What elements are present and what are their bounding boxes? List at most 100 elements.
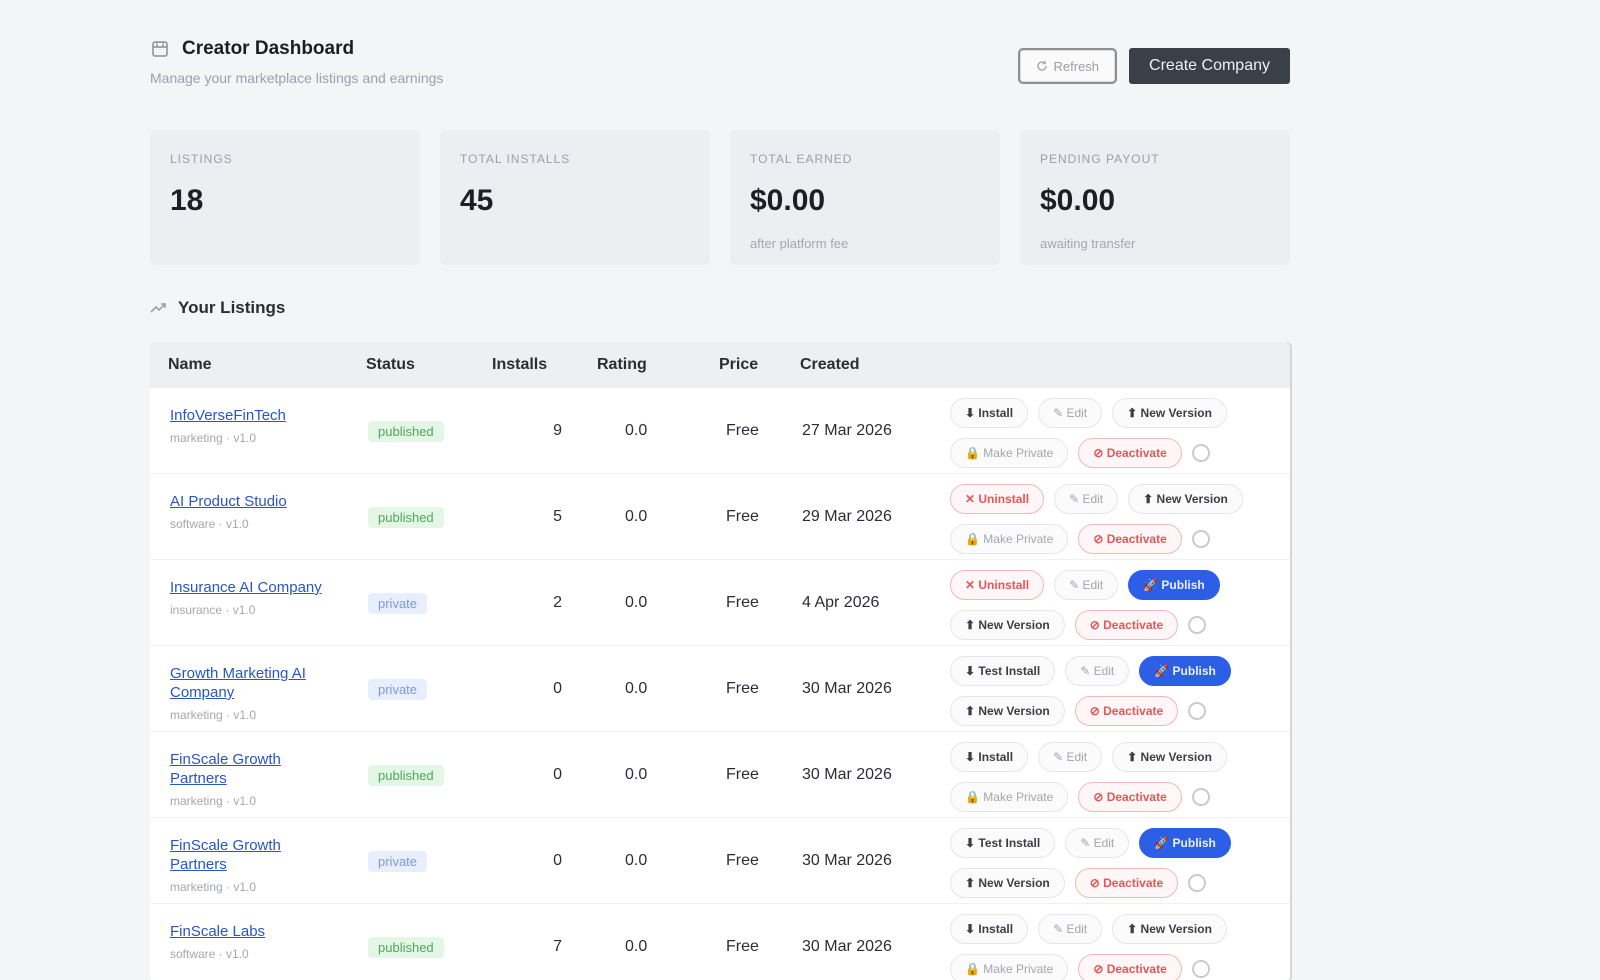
publish-button[interactable]: 🚀 Publish [1128,570,1220,600]
row-actions: ✕ Uninstall ✎ Edit ⬆ New Version 🔒 Make Pri… [950,482,1290,562]
status-badge: published [368,507,444,528]
edit-button[interactable]: ✎ Edit [1038,914,1103,944]
new-version-button[interactable]: ⬆ New Version [950,696,1065,726]
stats-row: LISTINGS 18 TOTAL INSTALLS 45 TOTAL EARN… [150,130,1290,265]
new-version-button[interactable]: ⬆ New Version [950,610,1065,640]
make-private-button[interactable]: 🔒 Make Private [950,524,1069,554]
price-cell: Free [726,594,759,611]
make-private-button[interactable]: 🔒 Make Private [950,954,1069,980]
new-version-button[interactable]: ⬆ New Version [950,868,1065,898]
edit-button[interactable]: ✎ Edit [1054,484,1119,514]
status-cell: published [368,765,444,786]
action-line: ⬇ Test Install ✎ Edit 🚀 Publish [950,654,1290,688]
make-private-button[interactable]: 🔒 Make Private [950,438,1069,468]
install-button[interactable]: ⬇ Install [950,742,1029,772]
edit-button[interactable]: ✎ Edit [1038,742,1103,772]
action-line: ⬇ Install ✎ Edit ⬆ New Version [950,396,1290,430]
uninstall-button[interactable]: ✕ Uninstall [950,570,1045,600]
action-line: ✕ Uninstall ✎ Edit ⬆ New Version [950,482,1290,516]
new-version-button[interactable]: ⬆ New Version [1112,914,1227,944]
rating-cell: 0.0 [625,594,648,611]
edit-button[interactable]: ✎ Edit [1065,828,1130,858]
column-header-rating[interactable]: Rating [597,356,647,374]
deactivate-button[interactable]: ⊘ Deactivate [1074,610,1179,640]
rating-cell: 0.0 [625,680,648,697]
action-line: 🔒 Make Private ⊘ Deactivate [950,522,1290,556]
new-version-button[interactable]: ⬆ New Version [1112,742,1227,772]
test-install-button[interactable]: ⬇ Test Install [950,656,1056,686]
table-row: AI Product Studio software · v1.0 publishe… [150,474,1290,560]
loading-spinner-icon [1188,616,1207,634]
edit-button[interactable]: ✎ Edit [1038,398,1103,428]
stat-value: 18 [170,184,204,217]
listing-name-link[interactable]: AI Product Studio [170,492,340,511]
deactivate-button[interactable]: ⊘ Deactivate [1078,438,1182,468]
rating-cell: 0.0 [625,422,648,439]
install-button[interactable]: ⬇ Install [950,398,1029,428]
created-cell: 30 Mar 2026 [802,766,892,783]
stat-label: LISTINGS [170,152,233,166]
refresh-button[interactable]: Refresh [1017,48,1118,84]
price-cell: Free [726,766,759,783]
stat-value: $0.00 [1040,184,1116,217]
stat-card-total-earned: TOTAL EARNED $0.00 after platform fee [730,130,1000,265]
column-header-installs[interactable]: Installs [492,356,547,374]
deactivate-button[interactable]: ⊘ Deactivate [1074,696,1179,726]
action-line: ⬇ Test Install ✎ Edit 🚀 Publish [950,826,1290,860]
table-row: Growth Marketing AI Company marketing · v… [150,646,1290,732]
new-version-button[interactable]: ⬆ New Version [1112,398,1227,428]
publish-button[interactable]: 🚀 Publish [1139,656,1231,686]
deactivate-button[interactable]: ⊘ Deactivate [1078,782,1182,812]
price-cell: Free [726,680,759,697]
listing-name-link[interactable]: Insurance AI Company [170,578,340,597]
column-header-status[interactable]: Status [366,356,415,374]
uninstall-button[interactable]: ✕ Uninstall [950,484,1045,514]
listing-meta: software · v1.0 [170,517,249,531]
test-install-button[interactable]: ⬇ Test Install [950,828,1056,858]
listing-name-link[interactable]: InfoVerseFinTech [170,406,340,425]
column-header-created[interactable]: Created [800,356,860,374]
edit-button[interactable]: ✎ Edit [1054,570,1119,600]
listing-meta: insurance · v1.0 [170,603,256,617]
listing-name-cell: Insurance AI Company insurance · v1.0 [170,578,340,617]
loading-spinner-icon [1191,960,1210,978]
listing-name-link[interactable]: FinScale Labs [170,922,340,941]
deactivate-button[interactable]: ⊘ Deactivate [1078,524,1182,554]
action-line: ⬇ Install ✎ Edit ⬆ New Version [950,740,1290,774]
trending-icon [150,303,166,313]
action-line: 🔒 Make Private ⊘ Deactivate [950,780,1290,814]
page-header: Creator Dashboard Manage your marketplac… [150,38,1290,98]
listing-name-link[interactable]: Growth Marketing AI Company [170,664,340,702]
table-row: FinScale Growth Partners marketing · v1.0… [150,818,1290,904]
listing-name-cell: InfoVerseFinTech marketing · v1.0 [170,406,340,445]
status-cell: published [368,507,444,528]
create-company-button[interactable]: Create Company [1129,48,1290,84]
installs-cell: 0 [553,852,562,869]
installs-cell: 5 [553,508,562,525]
stat-value: 45 [460,184,494,217]
status-badge: published [368,937,444,958]
listing-name-link[interactable]: FinScale Growth Partners [170,750,340,788]
refresh-label: Refresh [1053,58,1100,74]
status-cell: private [368,679,428,700]
install-button[interactable]: ⬇ Install [950,914,1029,944]
deactivate-button[interactable]: ⊘ Deactivate [1078,954,1182,980]
status-badge: published [368,421,444,442]
created-cell: 30 Mar 2026 [802,680,892,697]
stat-card-listings: LISTINGS 18 [150,130,420,265]
column-header-name[interactable]: Name [168,356,212,374]
edit-button[interactable]: ✎ Edit [1065,656,1130,686]
row-actions: ⬇ Install ✎ Edit ⬆ New Version 🔒 Make Priva… [950,912,1290,980]
publish-button[interactable]: 🚀 Publish [1139,828,1231,858]
listing-name-link[interactable]: FinScale Growth Partners [170,836,340,874]
created-cell: 30 Mar 2026 [802,938,892,955]
stat-label: PENDING PAYOUT [1040,152,1160,166]
column-header-price[interactable]: Price [719,356,758,374]
installs-cell: 9 [553,422,562,439]
new-version-button[interactable]: ⬆ New Version [1128,484,1243,514]
refresh-icon [1036,61,1047,71]
deactivate-button[interactable]: ⊘ Deactivate [1074,868,1179,898]
loading-spinner-icon [1188,874,1207,892]
make-private-button[interactable]: 🔒 Make Private [950,782,1069,812]
loading-spinner-icon [1191,530,1210,548]
